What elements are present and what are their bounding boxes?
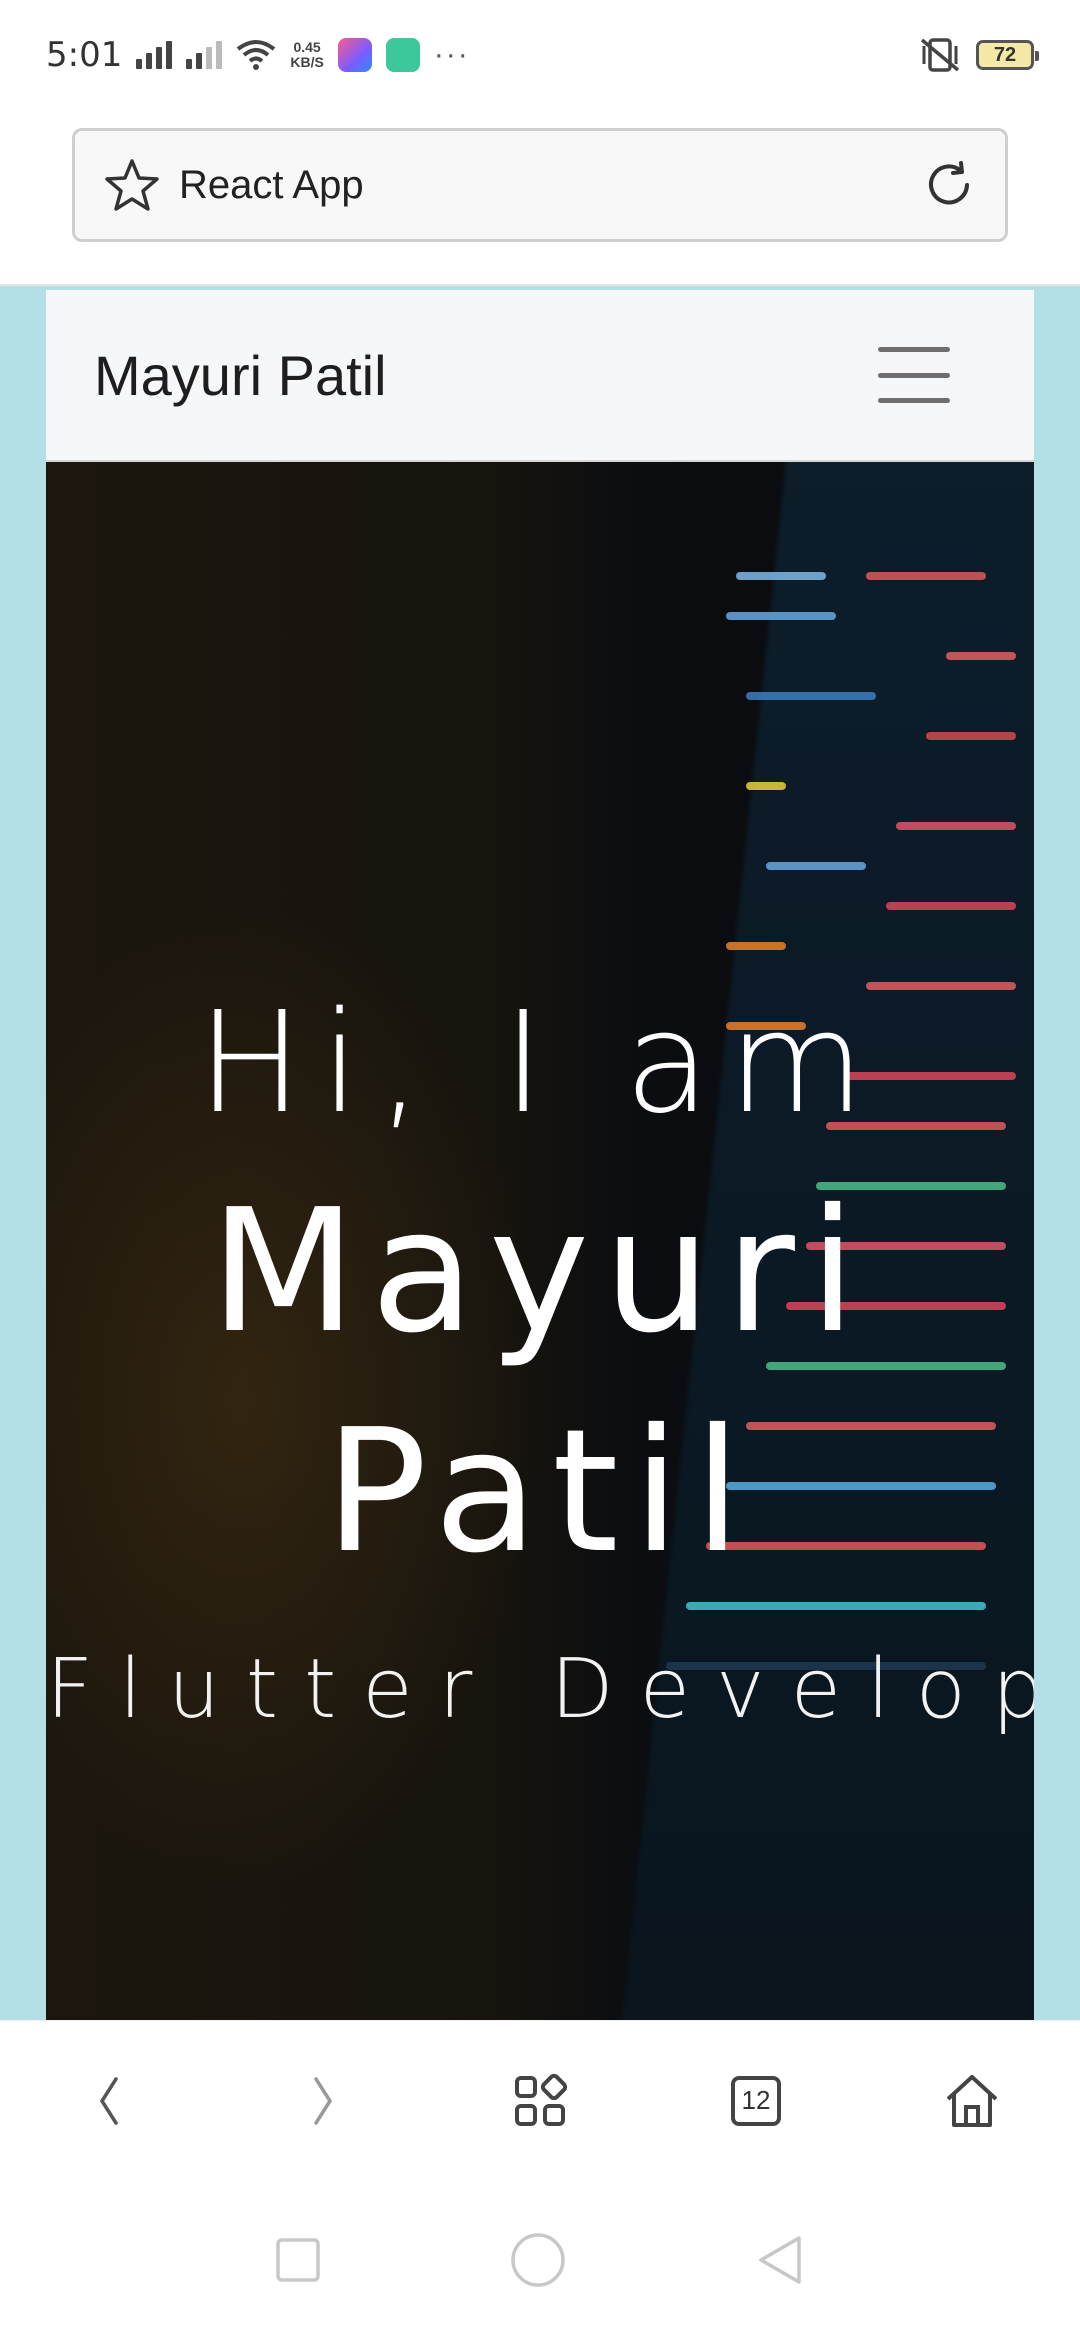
- back-nav-icon[interactable]: [753, 2233, 807, 2287]
- reload-icon[interactable]: [921, 157, 977, 213]
- battery-icon: 72: [976, 40, 1039, 70]
- hero-section: Hi, I am Mayuri Patil Flutter Develope: [46, 462, 1034, 2022]
- tabs-icon: 12: [731, 2075, 781, 2126]
- back-button[interactable]: [58, 2051, 158, 2151]
- signal-icon-2: [186, 41, 223, 69]
- home-button[interactable]: [922, 2051, 1022, 2151]
- status-bar: 5:01 0.45 KB/S ··· 72: [0, 0, 1080, 110]
- speed-unit: KB/S: [290, 54, 324, 70]
- navbar-brand[interactable]: Mayuri Patil: [94, 343, 387, 408]
- status-left: 5:01 0.45 KB/S ···: [46, 35, 470, 75]
- system-navigation: [0, 2180, 1080, 2340]
- app-notification-icon: [337, 38, 372, 72]
- hero-name-line1: Mayuri: [209, 1173, 871, 1371]
- speed-value: 0.45: [293, 39, 321, 55]
- hero-name-line2: Patil: [324, 1393, 756, 1591]
- hero-text: Hi, I am Mayuri Patil Flutter Develope: [46, 462, 1034, 2022]
- vibrate-mute-icon: [920, 38, 960, 72]
- hero-name: Mayuri Patil: [46, 1162, 1034, 1602]
- signal-icon: [136, 41, 173, 69]
- app-notification-icon-2: [385, 38, 420, 72]
- network-speed: 0.45 KB/S: [290, 40, 323, 70]
- apps-icon: [515, 2073, 568, 2126]
- apps-button[interactable]: [490, 2051, 590, 2151]
- wifi-icon: [237, 40, 276, 70]
- tabs-button[interactable]: 12: [706, 2051, 806, 2151]
- status-time: 5:01: [46, 35, 123, 75]
- site-navbar: Mayuri Patil: [46, 290, 1034, 462]
- status-right: 72: [918, 36, 1039, 74]
- web-content: Mayuri Patil Hi, I am Mayuri Patil Flutt…: [0, 284, 1080, 2022]
- browser-toolbar: 12: [0, 2020, 1080, 2180]
- back-icon: [99, 2076, 118, 2125]
- home-icon: [946, 2074, 998, 2127]
- battery-level: 72: [993, 43, 1017, 66]
- home-nav-icon[interactable]: [508, 2230, 568, 2290]
- hero-role: Flutter Develope: [46, 1642, 1034, 1737]
- page-title[interactable]: React App: [179, 163, 364, 208]
- address-bar[interactable]: React App: [72, 128, 1008, 242]
- forward-icon: [314, 2076, 333, 2125]
- recents-icon[interactable]: [273, 2235, 323, 2285]
- more-notifications: ···: [433, 38, 470, 71]
- hamburger-icon[interactable]: [878, 347, 950, 403]
- hero-greeting: Hi, I am: [197, 982, 883, 1145]
- forward-button[interactable]: [274, 2051, 374, 2151]
- star-icon[interactable]: [103, 157, 161, 213]
